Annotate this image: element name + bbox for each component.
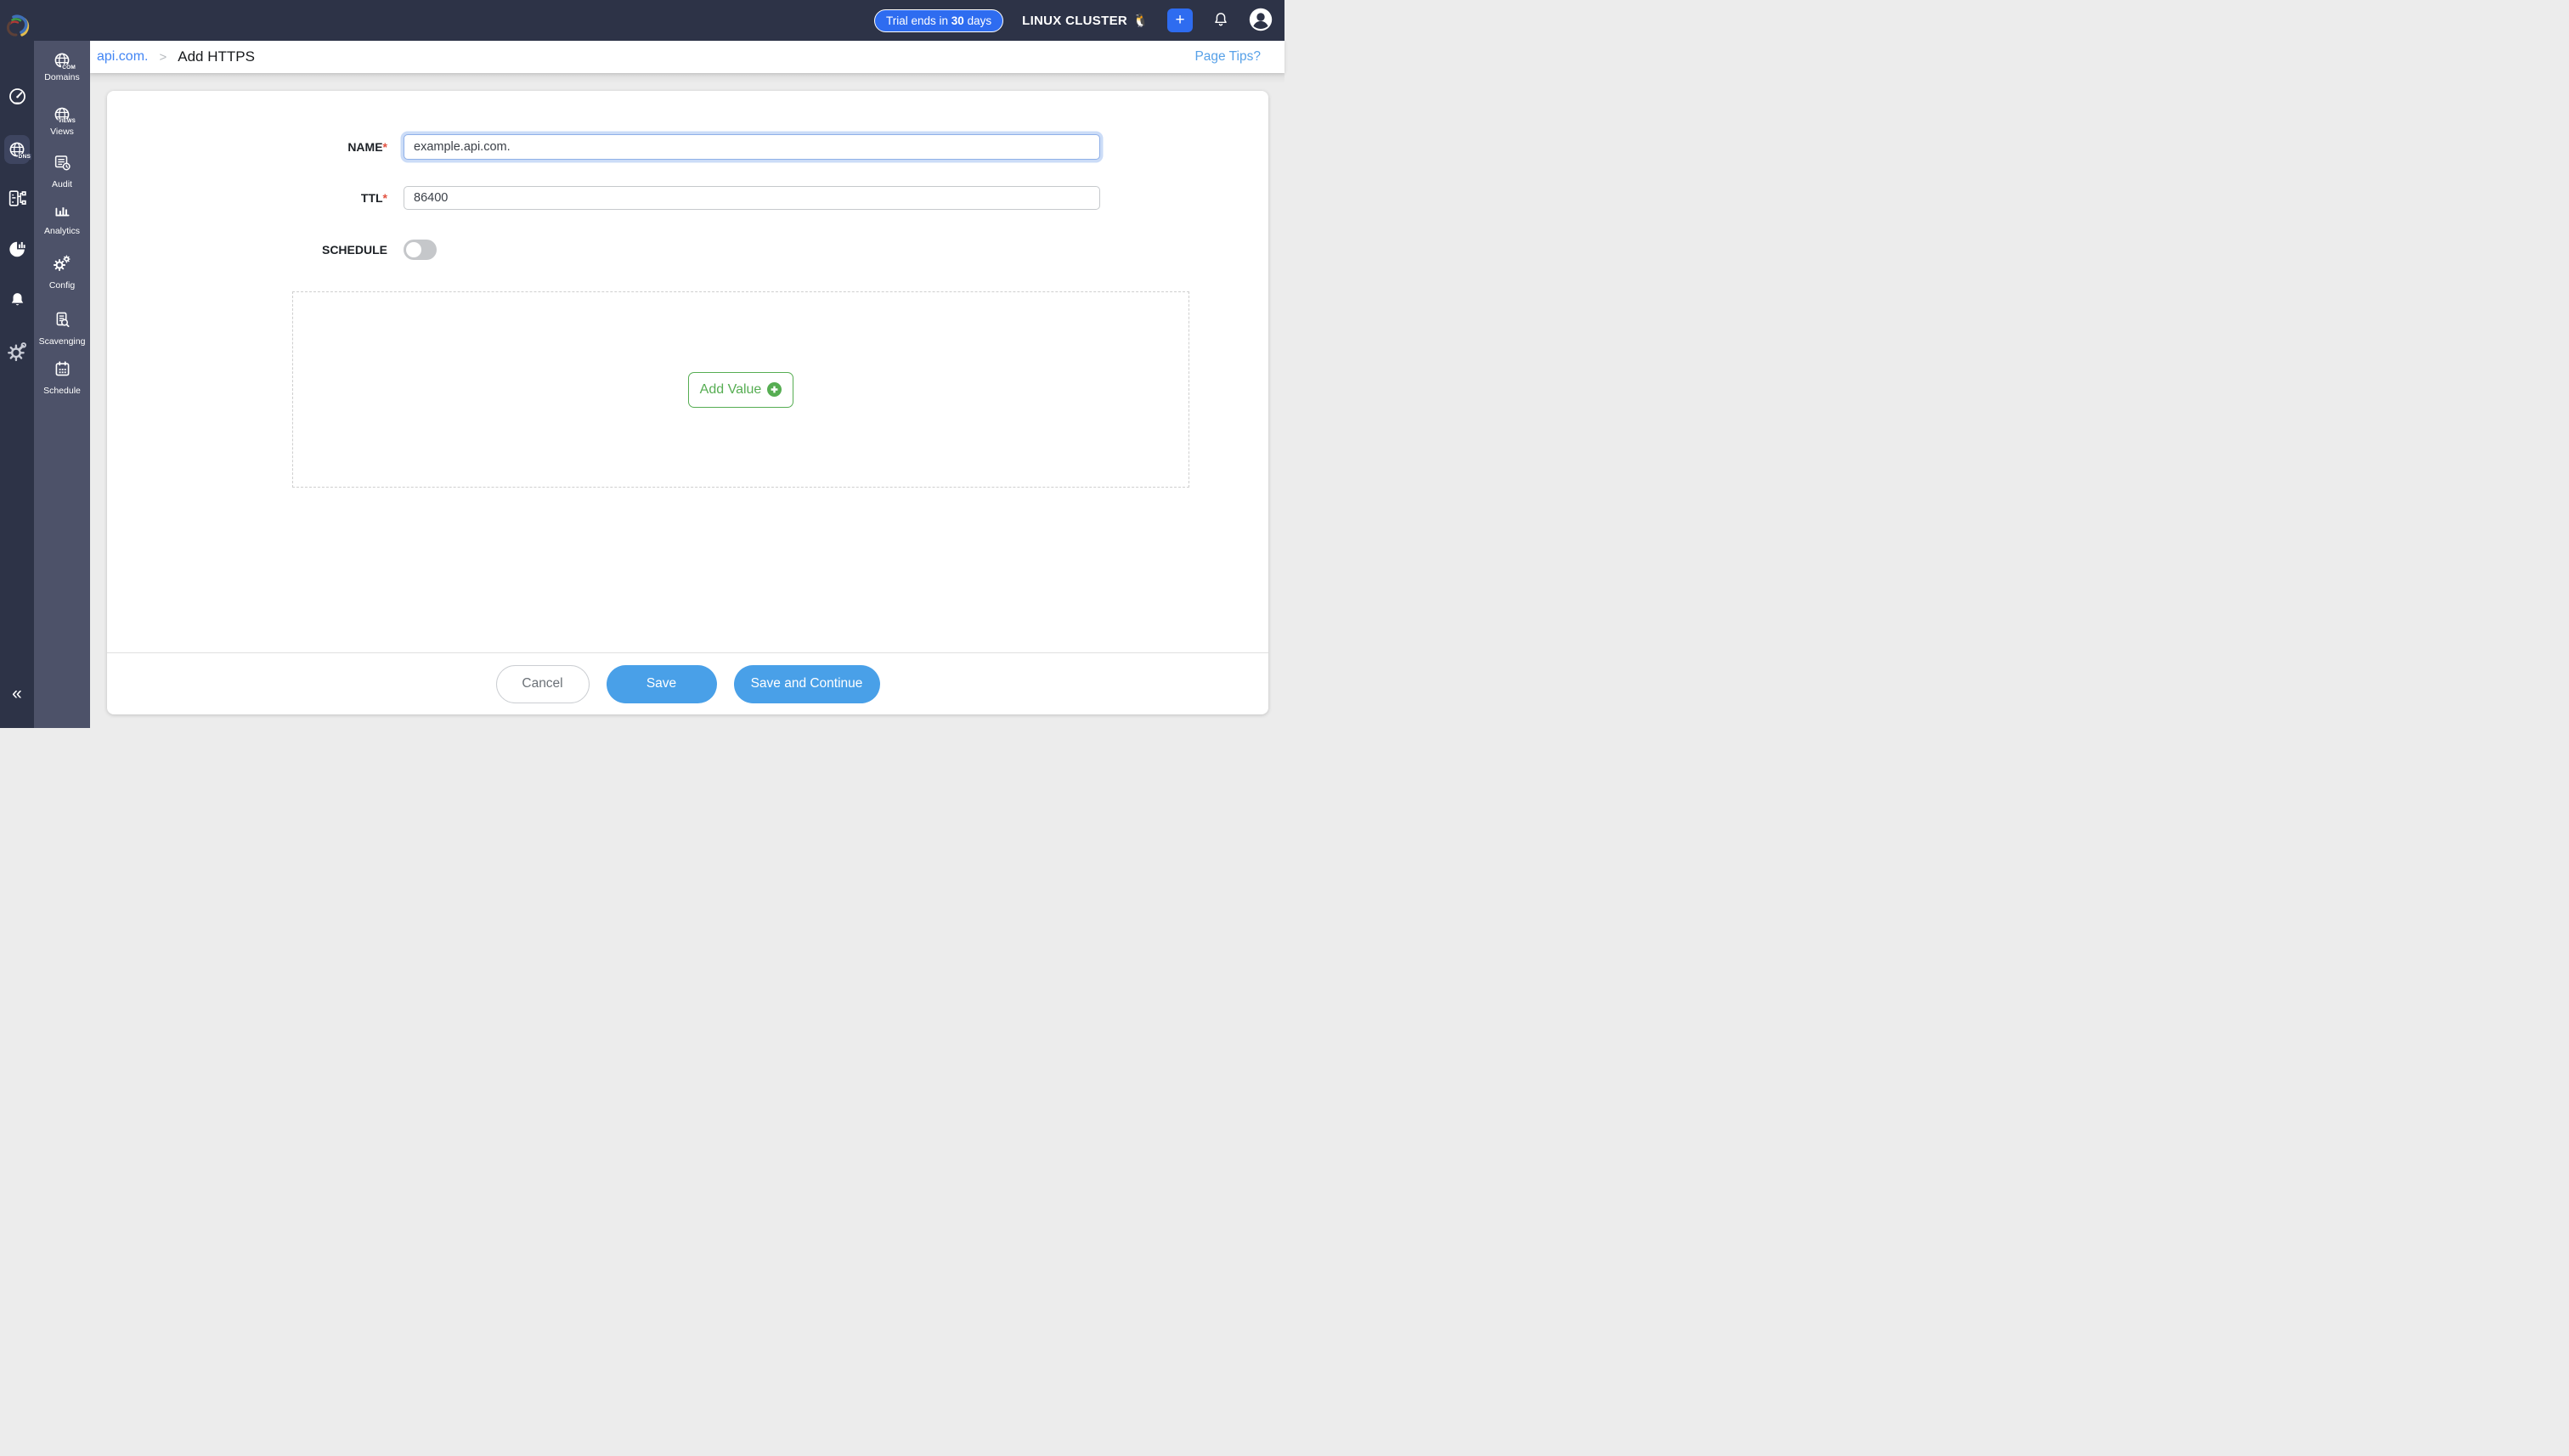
sidebar-item-label: Views	[50, 127, 74, 137]
cluster-name: LINUX CLUSTER 🐧	[1022, 13, 1149, 28]
rail-item-notifications[interactable]	[0, 277, 34, 328]
add-value-label: Add Value	[700, 382, 762, 398]
active-item-highlight: DNS	[4, 135, 30, 164]
rail-item-settings[interactable]	[0, 328, 34, 379]
trial-badge-days: 30	[951, 14, 964, 27]
sidebar-item-analytics[interactable]: Analytics	[34, 200, 90, 236]
ttl-input[interactable]	[404, 186, 1100, 210]
trial-badge-prefix: Trial ends in	[886, 14, 951, 27]
add-button[interactable]: +	[1167, 8, 1193, 32]
sidebar-item-schedule[interactable]: Schedule	[34, 359, 90, 396]
sidebar-item-label: Analytics	[44, 226, 80, 236]
schedule-label: SCHEDULE	[107, 238, 387, 262]
top-bar: Trial ends in 30 days LINUX CLUSTER 🐧 +	[0, 0, 1284, 41]
globe-views-icon: VIEWS	[53, 105, 71, 124]
page-tips-link[interactable]: Page Tips?	[1194, 49, 1261, 65]
cluster-name-text: LINUX CLUSTER	[1022, 14, 1127, 28]
record-form-card: NAME* TTL* SCHEDULE Add Value	[107, 91, 1268, 714]
rail-item-dashboard[interactable]	[0, 73, 34, 124]
name-label: NAME*	[107, 134, 387, 160]
donut-chart-icon	[7, 239, 28, 264]
sidebar-item-label: Scavenging	[39, 336, 86, 347]
trial-badge[interactable]: Trial ends in 30 days	[874, 9, 1003, 32]
dashboard-gauge-icon	[7, 86, 28, 111]
rail-item-dns[interactable]: DNS	[0, 124, 34, 175]
breadcrumb-parent-link[interactable]: api.com.	[97, 49, 148, 65]
app-logo[interactable]	[3, 12, 32, 39]
trial-badge-suffix: days	[964, 14, 991, 27]
avatar-icon	[1249, 8, 1273, 34]
sidebar-item-label: Audit	[52, 179, 72, 189]
notifications-button[interactable]	[1211, 10, 1230, 31]
rail-nav: DNS	[0, 73, 34, 379]
sidebar-item-config[interactable]: Config	[34, 253, 90, 291]
required-asterisk: *	[383, 140, 387, 154]
bell-filled-icon	[8, 291, 27, 314]
settings-gear-wrench-icon	[6, 341, 28, 367]
dns-globe-icon: DNS	[8, 140, 26, 159]
breadcrumb: api.com. > Add HTTPS Page Tips?	[90, 41, 1284, 73]
sidebar-item-audit[interactable]: Audit	[34, 153, 90, 189]
main-area: api.com. > Add HTTPS Page Tips? NAME* TT…	[90, 41, 1284, 728]
document-search-icon	[53, 310, 72, 334]
form-footer: Cancel Save Save and Continue	[107, 652, 1268, 714]
audit-log-icon	[53, 153, 72, 177]
breadcrumb-separator: >	[159, 50, 167, 65]
rail-item-services[interactable]	[0, 175, 34, 226]
bell-icon	[1211, 10, 1230, 31]
primary-sidebar: DNS	[0, 0, 34, 728]
values-dropzone: Add Value	[292, 291, 1189, 488]
globe-com-label: COM	[61, 65, 76, 71]
schedule-toggle[interactable]	[404, 240, 437, 260]
dns-globe-label: DNS	[18, 154, 31, 160]
sidebar-item-views[interactable]: VIEWS Views	[34, 105, 90, 137]
add-value-button[interactable]: Add Value	[688, 372, 794, 408]
bar-chart-icon	[53, 200, 72, 223]
penguin-emoji: 🐧	[1132, 13, 1149, 28]
services-tree-icon	[7, 188, 28, 213]
sidebar-item-domains[interactable]: COM Domains	[34, 51, 90, 82]
sidebar-collapse-button[interactable]: «	[0, 684, 34, 704]
cancel-button[interactable]: Cancel	[496, 665, 590, 703]
plus-circle-icon	[767, 382, 782, 397]
toggle-knob	[406, 242, 421, 257]
globe-views-label: VIEWS	[58, 119, 76, 125]
content-area: NAME* TTL* SCHEDULE Add Value	[90, 73, 1284, 728]
sidebar-item-scavenging[interactable]: Scavenging	[34, 310, 90, 347]
app-window: Trial ends in 30 days LINUX CLUSTER 🐧 +	[0, 0, 1284, 728]
required-asterisk: *	[383, 191, 387, 205]
rail-item-reports[interactable]	[0, 226, 34, 277]
secondary-sidebar: COM Domains VIEWS Views	[34, 41, 90, 728]
gears-icon	[52, 253, 72, 278]
calendar-icon	[53, 359, 72, 383]
save-and-continue-button[interactable]: Save and Continue	[734, 665, 880, 703]
sidebar-item-label: Domains	[44, 72, 79, 82]
save-button[interactable]: Save	[607, 665, 717, 703]
sidebar-item-label: Config	[49, 280, 75, 291]
sidebar-item-label: Schedule	[43, 386, 81, 396]
page-title: Add HTTPS	[178, 48, 255, 65]
user-menu-button[interactable]	[1249, 8, 1273, 34]
name-input[interactable]	[404, 134, 1100, 160]
globe-com-icon: COM	[53, 51, 71, 70]
ttl-label: TTL*	[107, 186, 387, 210]
